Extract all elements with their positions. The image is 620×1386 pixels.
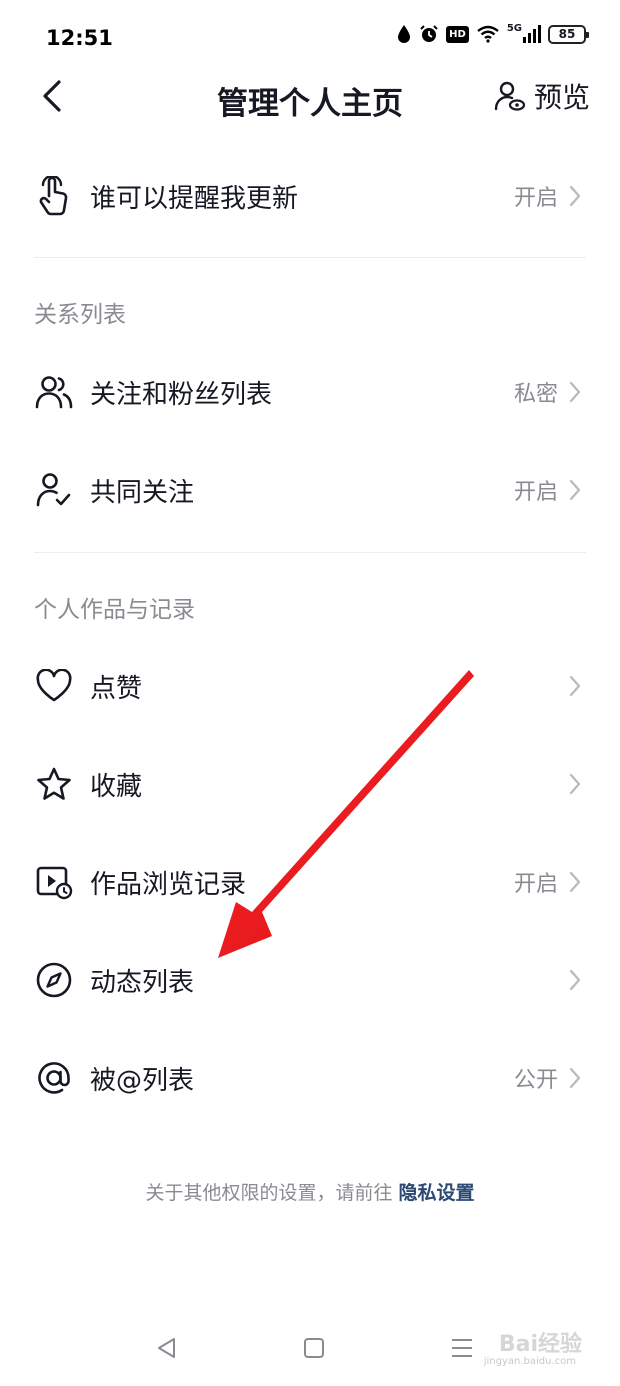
row-label: 共同关注 (90, 477, 195, 508)
row-label: 点赞 (90, 673, 143, 704)
row-mentions-list[interactable]: 被@列表 公开 (34, 1029, 586, 1127)
section-title-works: 个人作品与记录 (34, 597, 195, 623)
nav-home-button[interactable] (298, 1332, 330, 1364)
wifi-icon (477, 25, 499, 43)
row-remind-update[interactable]: 谁可以提醒我更新 开启 (34, 147, 586, 245)
preview-button[interactable]: 预览 (494, 74, 590, 118)
row-value: 开启 (513, 480, 558, 505)
chevron-right-icon (564, 381, 586, 403)
watermark-logo: Bai经验 (498, 1332, 582, 1357)
chevron-right-icon (564, 185, 586, 207)
row-label: 谁可以提醒我更新 (90, 183, 299, 214)
row-view-history[interactable]: 作品浏览记录 开启 (34, 833, 586, 931)
heart-icon (34, 666, 74, 706)
star-icon (34, 764, 74, 804)
row-label: 收藏 (90, 771, 143, 802)
row-label: 关注和粉丝列表 (90, 379, 273, 410)
signal-icon (523, 25, 541, 43)
at-icon (34, 1058, 74, 1098)
chevron-right-icon (564, 773, 586, 795)
menu-lines-icon (452, 1339, 472, 1357)
row-follow-fans-list[interactable]: 关注和粉丝列表 私密 (34, 343, 586, 441)
chevron-right-icon (564, 871, 586, 893)
row-value: 私密 (513, 382, 558, 407)
chevron-right-icon (564, 969, 586, 991)
footer-note: 关于其他权限的设置，请前往 隐私设置 (0, 1178, 620, 1205)
chevron-right-icon (564, 479, 586, 501)
privacy-settings-link[interactable]: 隐私设置 (399, 1182, 475, 1204)
triangle-back-icon (158, 1338, 175, 1358)
row-moments-list[interactable]: 动态列表 (34, 931, 586, 1029)
square-home-icon (304, 1338, 324, 1358)
battery-indicator: 85 (548, 24, 589, 44)
users-icon (34, 372, 74, 412)
chevron-right-icon (564, 675, 586, 697)
user-check-icon (34, 470, 74, 510)
status-icons: HD 5G 85 (396, 22, 589, 44)
row-value: 开启 (513, 186, 558, 211)
network-type: 5G (506, 22, 522, 34)
preview-label: 预览 (533, 81, 590, 114)
status-time: 12:51 (46, 26, 113, 50)
section-title-relations: 关系列表 (34, 302, 126, 328)
divider (34, 552, 586, 553)
header: 管理个人主页 预览 (0, 60, 620, 132)
chevron-right-icon (564, 1067, 586, 1089)
nav-back-button[interactable] (150, 1332, 182, 1364)
tap-hand-icon (34, 176, 74, 216)
hd-badge: HD (446, 25, 469, 43)
row-likes[interactable]: 点赞 (34, 637, 586, 735)
user-preview-icon (494, 81, 526, 111)
alarm-icon (420, 25, 438, 42)
watermark-url: jingyan.baidu.com (483, 1356, 576, 1367)
nav-menu-button[interactable] (446, 1332, 478, 1364)
divider (34, 257, 586, 258)
row-mutual-follow[interactable]: 共同关注 开启 (34, 441, 586, 539)
row-favorites[interactable]: 收藏 (34, 735, 586, 833)
row-value: 公开 (513, 1068, 558, 1093)
row-label: 动态列表 (90, 967, 195, 998)
row-label: 被@列表 (90, 1065, 195, 1096)
drop-icon (398, 25, 411, 43)
video-history-icon (34, 862, 74, 902)
footer-note-text: 关于其他权限的设置，请前往 (145, 1182, 393, 1204)
compass-icon (34, 960, 74, 1000)
row-label: 作品浏览记录 (90, 869, 247, 900)
row-value: 开启 (513, 872, 558, 897)
